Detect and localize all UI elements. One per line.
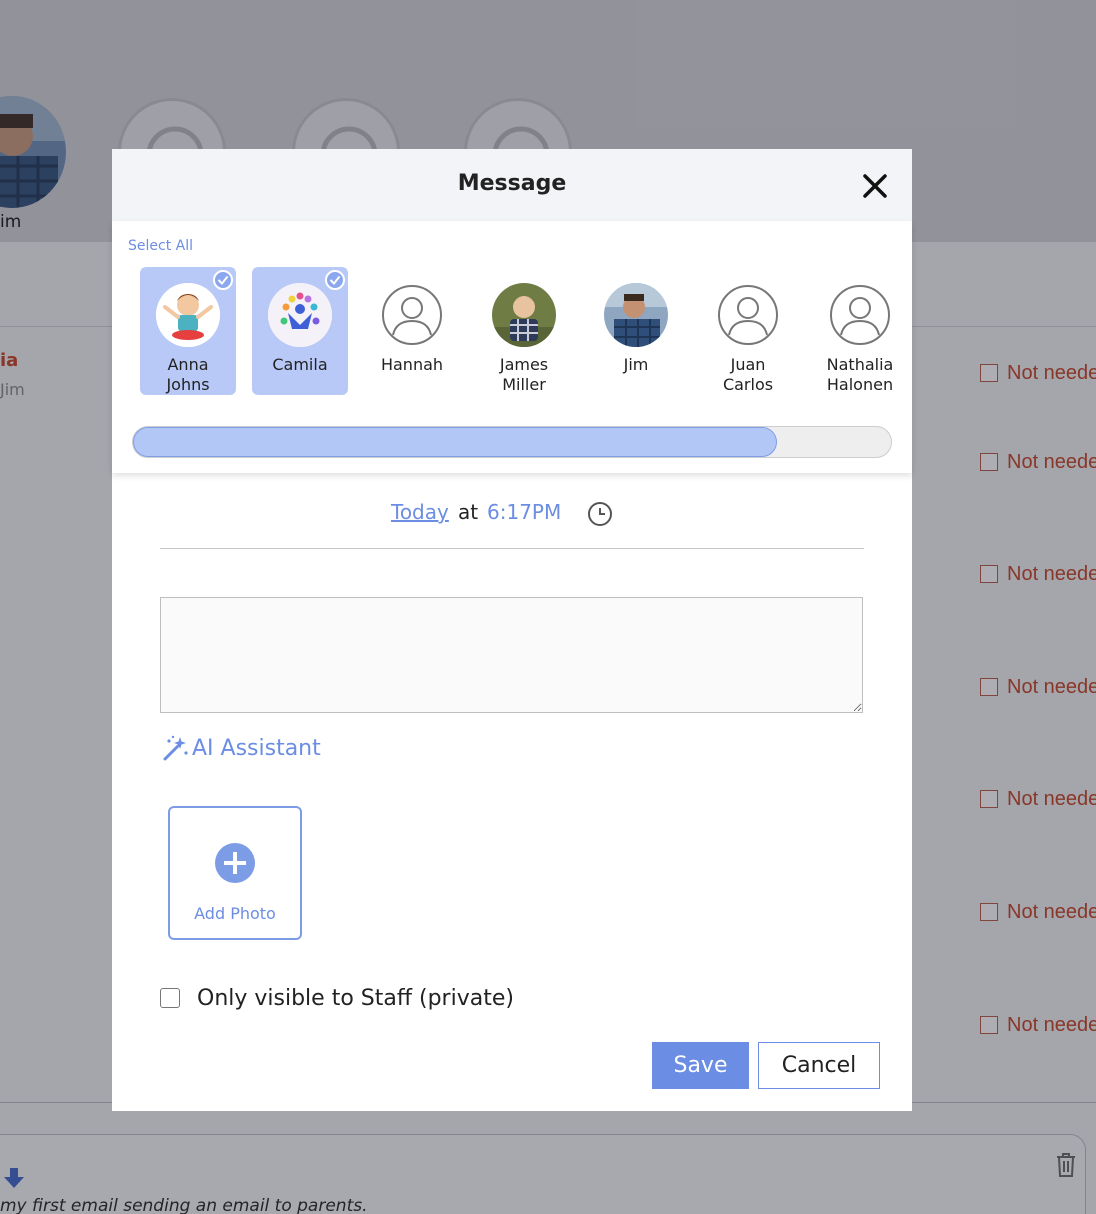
- recipient-name-line1: Nathalia: [826, 355, 894, 374]
- recipient-name-line1: Juan: [730, 355, 766, 374]
- recipient-name-line1: Jim: [623, 355, 649, 374]
- private-option[interactable]: Only visible to Staff (private): [160, 983, 514, 1013]
- add-photo-label: Add Photo: [194, 904, 276, 923]
- recipient-name: Nathalia Halonen: [812, 355, 908, 395]
- recipient-name-line1: Anna: [167, 355, 209, 374]
- add-photo-button[interactable]: Add Photo: [168, 806, 302, 940]
- recipient-name-line2: Halonen: [826, 375, 894, 394]
- date-link[interactable]: Today: [391, 500, 449, 524]
- recipient-james-miller[interactable]: James Miller: [476, 267, 572, 395]
- recipient-jim[interactable]: Jim: [588, 267, 684, 395]
- recipient-juan-carlos[interactable]: Juan Carlos: [700, 267, 796, 395]
- recipient-name-line2: Carlos: [722, 375, 774, 394]
- private-label: Only visible to Staff (private): [197, 985, 514, 1011]
- avatar: [492, 283, 556, 347]
- recipient-camila[interactable]: Camila: [252, 267, 348, 395]
- select-all-link[interactable]: Select All: [128, 238, 193, 254]
- recipient-name: Juan Carlos: [700, 355, 796, 395]
- recipient-name: James Miller: [476, 355, 572, 395]
- recipient-name: Hannah: [364, 355, 460, 375]
- recipient-name-line1: James: [499, 355, 549, 374]
- avatar-placeholder-icon: [380, 283, 444, 347]
- recipient-name-line2: Miller: [502, 375, 546, 394]
- recipient-name: Jim: [588, 355, 684, 375]
- modal-title: Message: [457, 171, 567, 196]
- recipient-name-line1: Camila: [272, 355, 328, 374]
- date-time-row: Today at 6:17PM: [112, 500, 912, 528]
- recipient-name: Anna Johns: [140, 355, 236, 395]
- close-icon[interactable]: [862, 173, 888, 199]
- recipient-selector: Select All Anna Johns Camila Hannah Jame…: [112, 221, 912, 473]
- recipient-name-line2: Johns: [166, 375, 210, 394]
- check-icon: [213, 270, 233, 290]
- modal-header: Message: [112, 149, 912, 221]
- avatar-placeholder-icon: [716, 283, 780, 347]
- avatar: [604, 283, 668, 347]
- magic-wand-icon: [162, 734, 190, 762]
- ai-assistant-label: AI Assistant: [192, 735, 321, 761]
- divider: [160, 548, 864, 549]
- check-icon: [325, 270, 345, 290]
- save-button[interactable]: Save: [652, 1042, 749, 1089]
- ai-assistant-button[interactable]: AI Assistant: [162, 733, 321, 763]
- recipient-scrollbar[interactable]: [132, 426, 892, 458]
- scrollbar-thumb[interactable]: [133, 427, 778, 457]
- recipient-hannah[interactable]: Hannah: [364, 267, 460, 395]
- recipient-anna-johns[interactable]: Anna Johns: [140, 267, 236, 395]
- avatar: [268, 283, 332, 347]
- private-checkbox[interactable]: [160, 988, 180, 1008]
- plus-circle-icon: [214, 842, 256, 884]
- cancel-button[interactable]: Cancel: [758, 1042, 880, 1089]
- avatar: [156, 283, 220, 347]
- recipient-name: Camila: [252, 355, 348, 375]
- recipient-name-line1: Hannah: [380, 355, 444, 374]
- avatar-placeholder-icon: [828, 283, 892, 347]
- at-label: at: [458, 500, 479, 524]
- time-link[interactable]: 6:17PM: [487, 500, 561, 524]
- clock-icon[interactable]: [587, 501, 613, 527]
- message-modal: Message Select All Anna Johns Camila Han…: [112, 149, 912, 1111]
- recipient-nathalia-halonen[interactable]: Nathalia Halonen: [812, 267, 908, 395]
- message-textarea[interactable]: [160, 597, 863, 713]
